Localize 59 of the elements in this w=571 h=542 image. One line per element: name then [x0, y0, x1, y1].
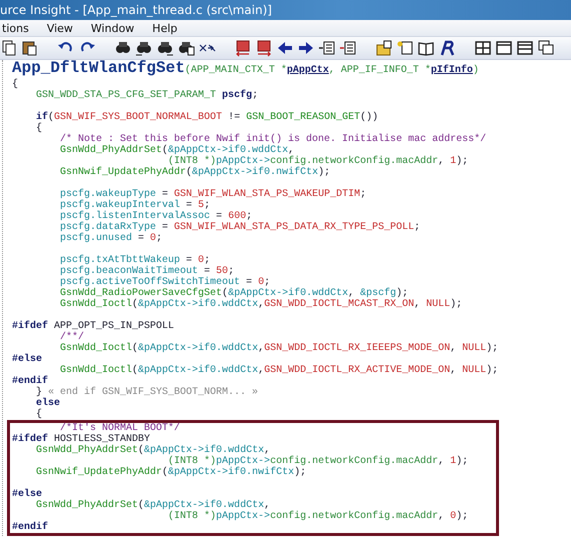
code-line: GsnWdd_PhyAddrSet(&pAppCtx->if0.wddCtx, — [35, 500, 270, 511]
code-line: GsnWdd_Ioctl(&pAppCtx->if0.wddCtx,GSN_WDD_IOCTL_MCAST_RX_ON, NULL); — [59, 299, 464, 310]
code-line: GsnNwif_UpdatePhyAddr(&pAppCtx->if0.nwifCtx); — [35, 467, 308, 478]
code-line: pscfg.beaconWaitTimeout = 50; — [59, 266, 234, 277]
code-line: pscfg.wakeupInterval = 5; — [59, 200, 212, 211]
code-line: #endif — [12, 376, 50, 387]
code-line: pscfg.activeToOffSwitchTimeout = 0; — [59, 277, 270, 288]
code-line: pscfg.unused = 0; — [59, 233, 164, 244]
code-line: #endif — [12, 522, 50, 533]
code-line: pscfg.wakeupType = GSN_WIF_WLAN_STA_PS_WAKEUP_DTIM; — [59, 189, 368, 200]
cascade-icon[interactable] — [537, 39, 555, 57]
code-line: (INT8 *)pAppCtx->config.networkConfig.macAddr, 1); — [168, 156, 470, 167]
code-line: #ifdef APP_OPT_PS_IN_PSPOLL — [12, 321, 176, 332]
paste-icon[interactable] — [21, 39, 39, 57]
copy-icon[interactable] — [0, 39, 18, 57]
code-line: pscfg.txAtTbttWakeup = 0; — [59, 255, 212, 266]
code-line: /* Note : Set this before Nwif init() is done. Initialise mac address*/ — [59, 134, 488, 145]
code-line: GsnWdd_Ioctl(&pAppCtx->if0.wddCtx,GSN_WDD_IOCTL_RX_IEEEPS_MODE_ON, NULL); — [59, 343, 500, 354]
code-line: GSN_WDD_STA_PS_CFG_SET_PARAM_T pscfg; — [35, 90, 260, 101]
code-line: else — [35, 398, 62, 409]
bookmark-back-icon[interactable] — [234, 39, 252, 57]
indent-list-icon[interactable] — [318, 39, 336, 57]
code-line: GsnNwif_UpdatePhyAddr(&pAppCtx->if0.nwifCtx); — [59, 167, 332, 178]
code-line: GsnWdd_PhyAddrSet(&pAppCtx->if0.wddCtx, — [35, 445, 270, 456]
outdent-list-icon[interactable] — [339, 39, 357, 57]
binoculars-forward-icon[interactable] — [156, 39, 174, 57]
code-line: { — [35, 123, 44, 134]
code-line: if(GSN_WIF_SYS_BOOT_NORMAL_BOOT != GSN_BOOT_REASON_GET()) — [35, 112, 380, 123]
code-line: pscfg.dataRxType = GSN_WIF_WLAN_STA_PS_DATA_RX_TYPE_PS_POLL; — [59, 222, 422, 233]
code-line: GsnWdd_Ioctl(&pAppCtx->if0.wddCtx,GSN_WDD_IOCTL_RX_ACTIVE_MODE_ON, NULL); — [59, 365, 500, 376]
code-line: #else — [12, 489, 42, 500]
code-line: (INT8 *)pAppCtx->config.networkConfig.macAddr, 0); — [167, 511, 470, 522]
code-line: pscfg.listenIntervalAssoc = 600; — [59, 211, 254, 222]
right-arrow-icon[interactable] — [297, 39, 315, 57]
binoculars-pages-icon[interactable] — [177, 39, 195, 57]
code-line: GsnWdd_PhyAddrSet(&pAppCtx->if0.wddCtx, — [59, 145, 294, 156]
bookmark-forward-icon[interactable] — [255, 39, 273, 57]
code-line: { — [35, 409, 44, 420]
code-line: /**/ — [59, 332, 84, 343]
code-line: #else — [12, 354, 44, 365]
split-window-icon[interactable] — [516, 39, 534, 57]
window-icon[interactable] — [495, 39, 513, 57]
code-line: { — [12, 79, 20, 90]
code-line: (INT8 *)pAppCtx->config.networkConfig.macAddr, 1); — [167, 456, 470, 467]
left-arrow-icon[interactable] — [276, 39, 294, 57]
code-line: GsnWdd_RadioPowerSaveCfgSet(&pAppCtx->if0.wddCtx, &pscfg); — [59, 288, 410, 299]
code-line: } « end if GSN_WIF_SYS_BOOT_NORM... » — [35, 387, 260, 398]
new-page-icon[interactable] — [396, 39, 414, 57]
code-line: /*It's NORMAL BOOT*/ — [59, 423, 182, 434]
menu-item[interactable]: tions — [0, 22, 31, 34]
function-signature: App_DfltWlanCfgSet(APP_MAIN_CTX_T *pAppCtx, APP_IF_INFO_T *pIfInfo) — [12, 60, 480, 78]
binoculars-back-icon[interactable] — [135, 39, 153, 57]
grid-icon[interactable] — [474, 39, 492, 57]
menu-item[interactable]: Window — [88, 22, 136, 34]
code-line: #ifdef HOSTLESS_STANDBY — [12, 434, 150, 445]
window-title: urce Insight - [App_main_thread.c (src\main)] — [0, 3, 272, 17]
menu-item[interactable]: View — [44, 22, 75, 34]
menu-item[interactable]: Help — [150, 22, 180, 34]
r-logo-icon[interactable] — [438, 39, 456, 57]
